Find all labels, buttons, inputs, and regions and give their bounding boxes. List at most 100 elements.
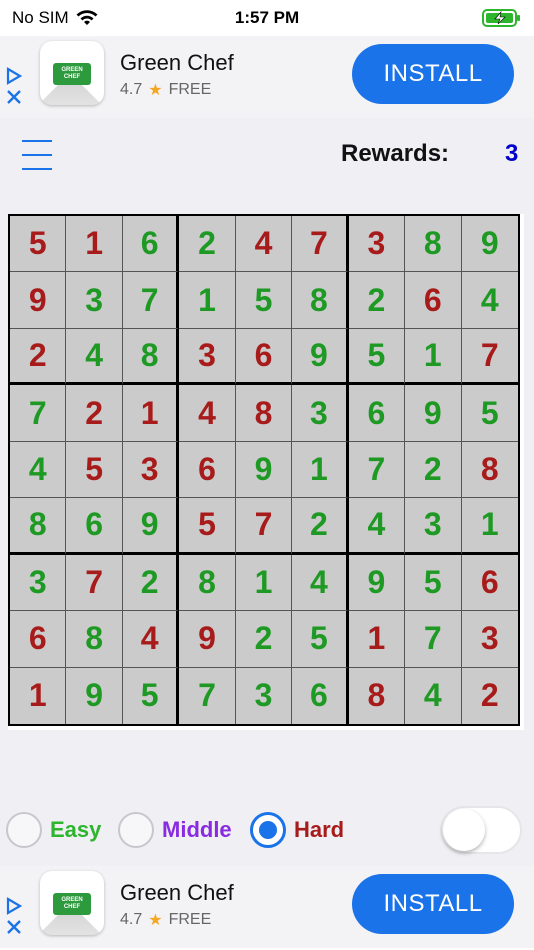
sudoku-cell[interactable]: 3 <box>122 441 180 499</box>
sudoku-cell[interactable]: 9 <box>292 328 349 386</box>
ad-choices-icon[interactable] <box>4 66 24 110</box>
sudoku-cell[interactable]: 8 <box>348 667 406 724</box>
install-button[interactable]: INSTALL <box>352 44 514 104</box>
difficulty-option-easy[interactable]: Easy <box>6 812 101 848</box>
hamburger-menu-icon[interactable] <box>22 140 52 170</box>
sudoku-cell[interactable]: 4 <box>66 328 123 386</box>
sudoku-cell[interactable]: 7 <box>122 272 180 329</box>
sudoku-cell[interactable]: 5 <box>10 216 67 273</box>
radio-button[interactable] <box>118 812 154 848</box>
sudoku-cell[interactable]: 6 <box>179 441 236 499</box>
sudoku-cell[interactable]: 8 <box>66 611 123 668</box>
sudoku-cell[interactable]: 5 <box>179 498 236 555</box>
sudoku-cell[interactable]: 6 <box>348 385 406 442</box>
sudoku-cell[interactable]: 1 <box>122 385 180 442</box>
sudoku-cell[interactable]: 4 <box>122 611 180 668</box>
sudoku-cell[interactable]: 7 <box>10 385 67 442</box>
sudoku-cell[interactable]: 2 <box>66 385 123 442</box>
sudoku-cell[interactable]: 4 <box>292 554 349 612</box>
sudoku-cell[interactable]: 1 <box>179 272 236 329</box>
sudoku-cell[interactable]: 7 <box>66 554 123 612</box>
sudoku-cell[interactable]: 3 <box>348 216 406 273</box>
sudoku-cell[interactable]: 5 <box>122 667 180 724</box>
sudoku-cell[interactable]: 8 <box>235 385 293 442</box>
ad-title[interactable]: Green Chef <box>120 880 234 906</box>
sudoku-cell[interactable]: 1 <box>348 611 406 668</box>
difficulty-label[interactable]: Middle <box>162 817 232 843</box>
sudoku-cell[interactable]: 7 <box>292 216 349 273</box>
sudoku-cell[interactable]: 9 <box>348 554 406 612</box>
sudoku-cell[interactable]: 3 <box>66 272 123 329</box>
sudoku-cell[interactable]: 7 <box>348 441 406 499</box>
difficulty-label[interactable]: Hard <box>294 817 344 843</box>
sudoku-cell[interactable]: 9 <box>405 385 462 442</box>
sudoku-cell[interactable]: 3 <box>292 385 349 442</box>
sudoku-cell[interactable]: 1 <box>461 498 518 555</box>
sudoku-cell[interactable]: 4 <box>10 441 67 499</box>
sudoku-cell[interactable]: 5 <box>292 611 349 668</box>
ad-app-logo[interactable]: GREEN CHEF <box>40 41 104 105</box>
sudoku-cell[interactable]: 5 <box>405 554 462 612</box>
sudoku-cell[interactable]: 9 <box>10 272 67 329</box>
sudoku-cell[interactable]: 5 <box>348 328 406 386</box>
sudoku-cell[interactable]: 3 <box>179 328 236 386</box>
ad-choices-icon[interactable] <box>4 896 24 940</box>
sudoku-cell[interactable]: 3 <box>461 611 518 668</box>
sudoku-cell[interactable]: 1 <box>405 328 462 386</box>
difficulty-label[interactable]: Easy <box>50 817 101 843</box>
sudoku-cell[interactable]: 7 <box>405 611 462 668</box>
sudoku-cell[interactable]: 3 <box>10 554 67 612</box>
ad-banner-bottom[interactable]: GREEN CHEF Green Chef 4.7 ★ FREE INSTALL <box>0 866 534 948</box>
sudoku-cell[interactable]: 9 <box>235 441 293 499</box>
sudoku-cell[interactable]: 6 <box>405 272 462 329</box>
sudoku-cell[interactable]: 4 <box>461 272 518 329</box>
sudoku-cell[interactable]: 2 <box>235 611 293 668</box>
sudoku-cell[interactable]: 9 <box>66 667 123 724</box>
sudoku-cell[interactable]: 8 <box>461 441 518 499</box>
sudoku-cell[interactable]: 6 <box>461 554 518 612</box>
sudoku-cell[interactable]: 4 <box>405 667 462 724</box>
sudoku-cell[interactable]: 2 <box>348 272 406 329</box>
difficulty-option-middle[interactable]: Middle <box>118 812 232 848</box>
sudoku-cell[interactable]: 3 <box>235 667 293 724</box>
sudoku-cell[interactable]: 8 <box>405 216 462 273</box>
sudoku-cell[interactable]: 9 <box>461 216 518 273</box>
sudoku-cell[interactable]: 1 <box>235 554 293 612</box>
toggle-knob[interactable] <box>443 809 485 851</box>
sudoku-cell[interactable]: 4 <box>179 385 236 442</box>
sudoku-cell[interactable]: 7 <box>179 667 236 724</box>
sudoku-cell[interactable]: 5 <box>461 385 518 442</box>
sudoku-cell[interactable]: 4 <box>235 216 293 273</box>
ad-app-logo[interactable]: GREEN CHEF <box>40 871 104 935</box>
sudoku-cell[interactable]: 1 <box>292 441 349 499</box>
sudoku-cell[interactable]: 2 <box>122 554 180 612</box>
sudoku-cell[interactable]: 2 <box>179 216 236 273</box>
sudoku-cell[interactable]: 8 <box>292 272 349 329</box>
sudoku-cell[interactable]: 9 <box>179 611 236 668</box>
sudoku-cell[interactable]: 7 <box>235 498 293 555</box>
toggle-switch[interactable] <box>440 806 522 854</box>
sudoku-cell[interactable]: 1 <box>66 216 123 273</box>
sudoku-cell[interactable]: 8 <box>179 554 236 612</box>
sudoku-cell[interactable]: 2 <box>461 667 518 724</box>
sudoku-cell[interactable]: 6 <box>235 328 293 386</box>
difficulty-option-hard[interactable]: Hard <box>250 812 344 848</box>
sudoku-cell[interactable]: 5 <box>235 272 293 329</box>
radio-button[interactable] <box>6 812 42 848</box>
sudoku-cell[interactable]: 6 <box>122 216 180 273</box>
sudoku-cell[interactable]: 4 <box>348 498 406 555</box>
radio-button[interactable] <box>250 812 286 848</box>
install-button[interactable]: INSTALL <box>352 874 514 934</box>
sudoku-cell[interactable]: 7 <box>461 328 518 386</box>
sudoku-cell[interactable]: 6 <box>66 498 123 555</box>
sudoku-cell[interactable]: 3 <box>405 498 462 555</box>
sudoku-cell[interactable]: 6 <box>10 611 67 668</box>
ad-title[interactable]: Green Chef <box>120 50 234 76</box>
sudoku-cell[interactable]: 9 <box>122 498 180 555</box>
sudoku-cell[interactable]: 6 <box>292 667 349 724</box>
sudoku-cell[interactable]: 1 <box>10 667 67 724</box>
sudoku-cell[interactable]: 8 <box>122 328 180 386</box>
sudoku-cell[interactable]: 2 <box>405 441 462 499</box>
sudoku-cell[interactable]: 2 <box>10 328 67 386</box>
sudoku-cell[interactable]: 2 <box>292 498 349 555</box>
